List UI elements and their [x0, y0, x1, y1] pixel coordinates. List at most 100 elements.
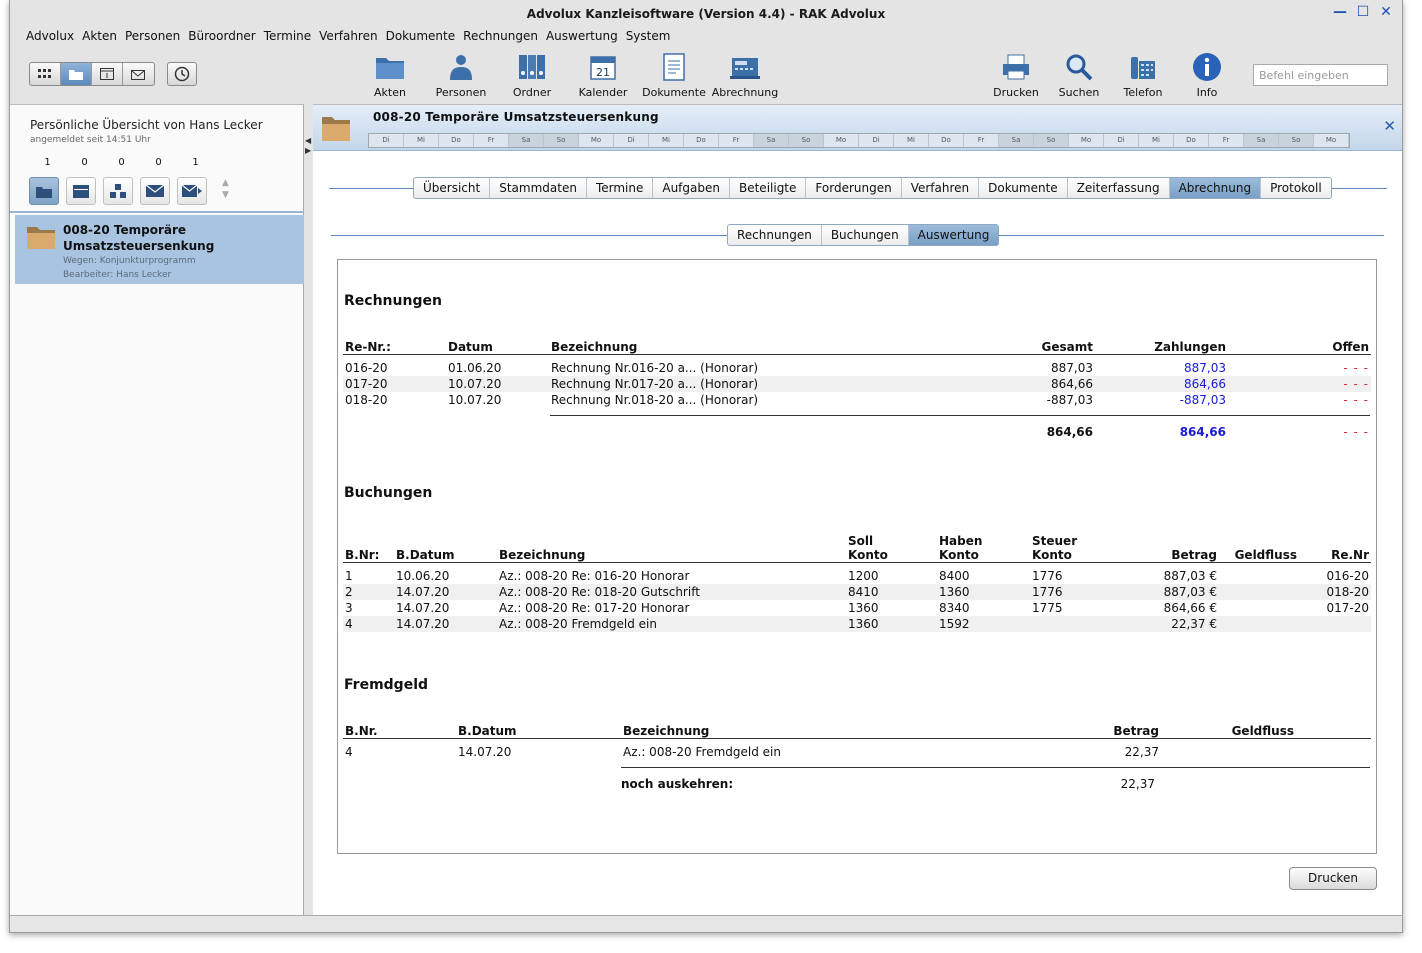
- menu-termine[interactable]: Termine: [260, 26, 315, 46]
- folder-view-icon[interactable]: [61, 63, 92, 85]
- tab-zeiterfassung[interactable]: Zeiterfassung: [1068, 178, 1170, 198]
- table-cell: 887,03: [1184, 361, 1226, 375]
- toolbar-suchen-button[interactable]: Suchen: [1043, 52, 1115, 99]
- calendar-strip[interactable]: Di Mi Do Fr Sa So Mo Di Mi Do Fr Sa So Mo Di Mi Do Fr Sa So…: [368, 133, 1350, 148]
- calendar-day[interactable]: Fr: [474, 134, 509, 147]
- toolbar-abrechnung-button[interactable]: Abrechnung: [709, 52, 781, 99]
- tab-bersicht[interactable]: Übersicht: [414, 178, 491, 198]
- splitter-arrows[interactable]: ◀ ▶: [305, 136, 311, 156]
- menu-auswertung[interactable]: Auswertung: [542, 26, 622, 46]
- command-input[interactable]: [1253, 64, 1388, 86]
- maximize-icon[interactable]: ☐: [1355, 4, 1371, 20]
- col-f-bnr: B.Nr.: [345, 723, 378, 738]
- toolbar-dokumente-button[interactable]: Dokumente: [638, 52, 710, 99]
- menu-advolux[interactable]: Advolux: [22, 26, 78, 46]
- rechnungen-heading: Rechnungen: [344, 293, 442, 309]
- mail-view-icon[interactable]: [123, 63, 154, 85]
- calendar-day[interactable]: Do: [929, 134, 964, 147]
- table-row[interactable]: 4 14.07.20 Az.: 008-20 Fremdgeld ein 1360 15…: [343, 616, 1371, 632]
- menu-bueroordner[interactable]: Büroordner: [184, 26, 259, 46]
- tab-termine[interactable]: Termine: [587, 178, 654, 198]
- calendar-day[interactable]: Mo: [579, 134, 614, 147]
- calendar-day[interactable]: Do: [684, 134, 719, 147]
- toolbar-ordner-button[interactable]: Ordner: [496, 52, 568, 99]
- sidebar-scroll-arrows[interactable]: ▲ ▼: [222, 177, 229, 201]
- table-row[interactable]: 018-20 10.07.20 Rechnung Nr.018-20 a... (H…: [343, 392, 1371, 408]
- minimize-icon[interactable]: —: [1332, 4, 1348, 20]
- subtab-auswertung[interactable]: Auswertung: [908, 225, 999, 245]
- table-cell: 1360: [846, 616, 937, 632]
- menu-rechnungen[interactable]: Rechnungen: [459, 26, 542, 46]
- calendar-day[interactable]: Sa: [1244, 134, 1279, 147]
- subtab-buchungen[interactable]: Buchungen: [822, 225, 909, 245]
- calendar-day[interactable]: Fr: [719, 134, 754, 147]
- sidebar: Persönliche Übersicht von Hans Lecker an…: [10, 104, 304, 915]
- menu-system[interactable]: System: [622, 26, 675, 46]
- calendar-day[interactable]: Do: [1174, 134, 1209, 147]
- tab-verfahren[interactable]: Verfahren: [902, 178, 980, 198]
- tab-abrechnung[interactable]: Abrechnung: [1169, 178, 1262, 198]
- calendar-day[interactable]: Mi: [1139, 134, 1174, 147]
- sidebar-inbox-icon[interactable]: [140, 177, 170, 205]
- calendar-day[interactable]: Di: [614, 134, 649, 147]
- calendar-day[interactable]: Mi: [404, 134, 439, 147]
- close-akte-icon[interactable]: ✕: [1383, 117, 1396, 135]
- table-row[interactable]: 016-20 01.06.20 Rechnung Nr.016-20 a... (H…: [343, 360, 1371, 376]
- calendar-day[interactable]: So: [1034, 134, 1069, 147]
- calendar-day[interactable]: Sa: [509, 134, 544, 147]
- menu-verfahren[interactable]: Verfahren: [315, 26, 381, 46]
- table-row[interactable]: 3 14.07.20 Az.: 008-20 Re: 017-20 Honorar 1…: [343, 600, 1371, 616]
- calendar-day[interactable]: Di: [859, 134, 894, 147]
- tab-forderungen[interactable]: Forderungen: [806, 178, 902, 198]
- menu-akten[interactable]: Akten: [78, 26, 121, 46]
- calendar-day[interactable]: So: [789, 134, 824, 147]
- menu-dokumente[interactable]: Dokumente: [382, 26, 460, 46]
- table-row[interactable]: 017-20 10.07.20 Rechnung Nr.017-20 a... (H…: [343, 376, 1371, 392]
- toolbar-personen-button[interactable]: Personen: [425, 52, 497, 99]
- calendar-day[interactable]: So: [1279, 134, 1314, 147]
- table-row[interactable]: 4 14.07.20 Az.: 008-20 Fremdgeld ein 22,37: [343, 744, 1371, 760]
- toolbar-akten-button[interactable]: Akten: [354, 52, 426, 99]
- calendar-day[interactable]: Do: [439, 134, 474, 147]
- menu-personen[interactable]: Personen: [121, 26, 184, 46]
- table-cell: 018-20: [345, 393, 388, 407]
- calendar-day[interactable]: Di: [369, 134, 404, 147]
- calendar-view-icon[interactable]: [92, 63, 123, 85]
- sidebar-tasks-icon[interactable]: [103, 177, 133, 205]
- table-row[interactable]: 2 14.07.20 Az.: 008-20 Re: 018-20 Gutschri…: [343, 584, 1371, 600]
- calendar-day[interactable]: Mi: [894, 134, 929, 147]
- calendar-day[interactable]: Di: [1104, 134, 1139, 147]
- toolbar-kalender-button[interactable]: 21 Kalender: [567, 52, 639, 99]
- tab-aufgaben[interactable]: Aufgaben: [653, 178, 730, 198]
- close-icon[interactable]: ✕: [1378, 4, 1394, 20]
- calendar-day[interactable]: Mo: [1069, 134, 1104, 147]
- sidebar-folder-icon[interactable]: [29, 177, 59, 205]
- tab-dokumente[interactable]: Dokumente: [979, 178, 1068, 198]
- toolbar-suchen-label: Suchen: [1058, 86, 1100, 99]
- history-icon[interactable]: [167, 62, 197, 86]
- grid-view-icon[interactable]: [30, 63, 61, 85]
- sidebar-calendar-icon[interactable]: [66, 177, 96, 205]
- cash-register-icon: [729, 52, 761, 82]
- table-row[interactable]: 1 10.06.20 Az.: 008-20 Re: 016-20 Honorar 1…: [343, 568, 1371, 584]
- calendar-day[interactable]: Sa: [754, 134, 789, 147]
- calendar-day[interactable]: Fr: [1209, 134, 1244, 147]
- print-button[interactable]: Drucken: [1289, 867, 1377, 890]
- calendar-day[interactable]: So: [544, 134, 579, 147]
- toolbar-telefon-button[interactable]: Telefon: [1107, 52, 1179, 99]
- calendar-day[interactable]: Mo: [1314, 134, 1349, 147]
- calendar-day[interactable]: Fr: [964, 134, 999, 147]
- calendar-day[interactable]: Mo: [824, 134, 859, 147]
- toolbar-info-button[interactable]: Info: [1171, 52, 1243, 99]
- toolbar-drucken-button[interactable]: Drucken: [980, 52, 1052, 99]
- tab-beteiligte[interactable]: Beteiligte: [730, 178, 807, 198]
- subtab-rechnungen[interactable]: Rechnungen: [728, 225, 822, 245]
- table-cell: 14.07.20: [396, 601, 450, 615]
- calendar-day[interactable]: Sa: [999, 134, 1034, 147]
- sidebar-outbox-icon[interactable]: [177, 177, 207, 205]
- calendar-day[interactable]: Mi: [649, 134, 684, 147]
- tab-stammdaten[interactable]: Stammdaten: [490, 178, 587, 198]
- tab-protokoll[interactable]: Protokoll: [1261, 178, 1331, 198]
- sidebar-akte-item[interactable]: 008-20 Temporäre Umsatzsteuersenkung Weg…: [15, 215, 304, 284]
- document-icon: [658, 52, 690, 82]
